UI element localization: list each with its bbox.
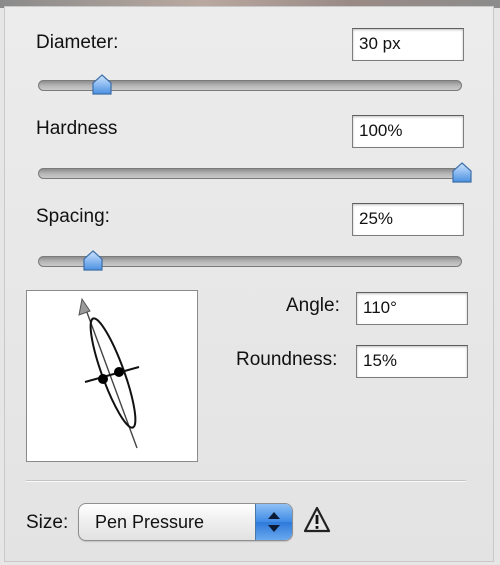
size-control-value: Pen Pressure xyxy=(95,512,205,532)
roundness-label: Roundness: xyxy=(236,349,338,370)
hardness-field[interactable]: 100% xyxy=(352,115,464,148)
hardness-slider-track[interactable] xyxy=(38,168,462,179)
brush-angle-roundness-diagram[interactable] xyxy=(27,291,197,461)
diameter-label: Diameter: xyxy=(36,32,119,53)
roundness-field[interactable]: 15% xyxy=(356,345,468,378)
brush-tip-preview[interactable] xyxy=(26,290,198,462)
hardness-label: Hardness xyxy=(36,118,118,139)
spacing-label: Spacing: xyxy=(36,206,110,227)
angle-label: Angle: xyxy=(286,295,340,316)
angle-arrow-icon xyxy=(78,297,91,316)
roundness-handle[interactable] xyxy=(98,374,108,384)
up-down-arrows-icon xyxy=(268,512,280,532)
spacing-field[interactable]: 25% xyxy=(352,203,464,236)
diameter-slider-thumb[interactable] xyxy=(91,74,113,96)
angle-field[interactable]: 110° xyxy=(356,292,468,325)
diameter-field[interactable]: 30 px xyxy=(352,28,464,61)
roundness-handle[interactable] xyxy=(114,367,124,377)
hardness-slider-thumb[interactable] xyxy=(451,162,473,184)
section-divider xyxy=(26,480,466,482)
warning-icon xyxy=(303,506,331,533)
spacing-slider-thumb[interactable] xyxy=(82,250,104,272)
select-stepper-button[interactable] xyxy=(255,504,292,540)
size-label: Size: xyxy=(26,512,69,533)
size-control-select[interactable]: Pen Pressure xyxy=(78,503,293,541)
